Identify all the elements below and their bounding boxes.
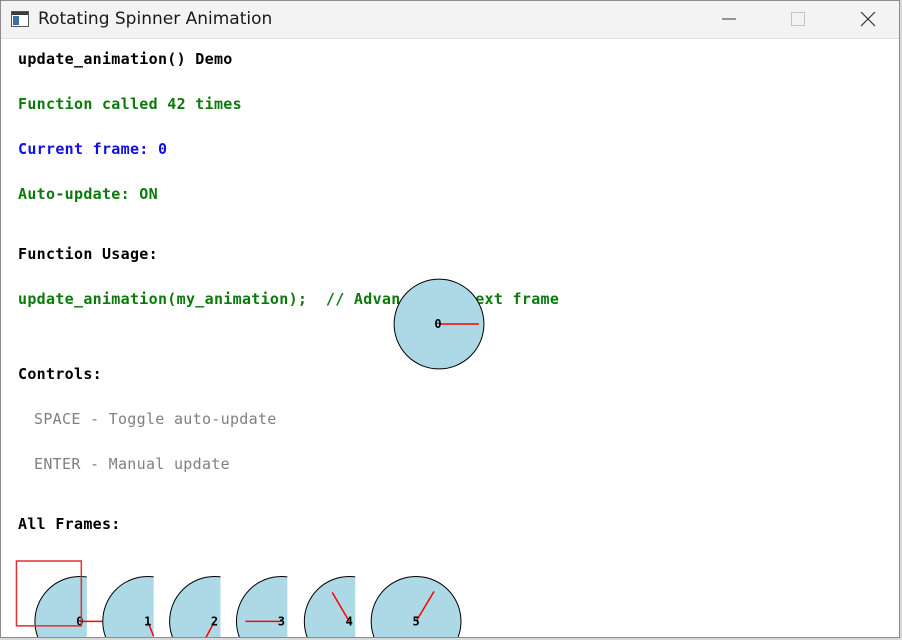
app-window-icon xyxy=(11,11,29,27)
app-window: Rotating Spinner Animation update_animat… xyxy=(0,0,900,638)
frame-thumbnails: 0 1 2 3 4 5 xyxy=(15,560,462,637)
close-button[interactable] xyxy=(834,1,899,37)
main-spinner: 0 xyxy=(393,278,485,370)
frame-label-3: 3 xyxy=(278,614,285,628)
frame-label-5: 5 xyxy=(412,614,419,628)
maximize-icon xyxy=(791,12,805,26)
window-title: Rotating Spinner Animation xyxy=(38,9,273,29)
frame-thumbnail-5: 5 xyxy=(370,575,462,637)
minimize-icon xyxy=(722,18,736,20)
canvas-area: update_animation() Demo Function called … xyxy=(1,39,899,637)
main-spinner-label: 0 xyxy=(434,317,441,331)
maximize-button[interactable] xyxy=(764,1,830,37)
frame-label-2: 2 xyxy=(211,614,218,628)
minimize-button[interactable] xyxy=(696,1,762,37)
close-icon xyxy=(860,11,876,27)
frame-label-1: 1 xyxy=(144,614,151,628)
title-bar[interactable]: Rotating Spinner Animation xyxy=(1,1,899,39)
frame-label-4: 4 xyxy=(346,614,353,628)
spinner-canvas: 0 0 1 2 3 4 5 xyxy=(15,278,485,637)
